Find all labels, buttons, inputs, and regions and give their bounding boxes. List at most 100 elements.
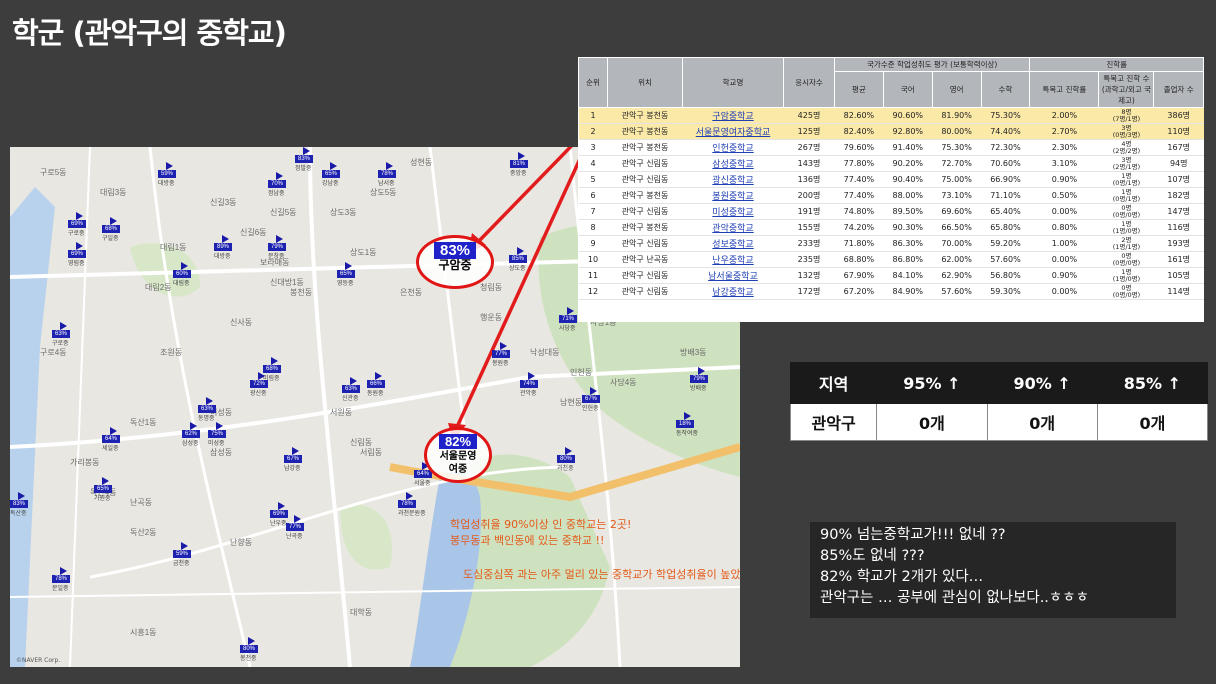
cell-avg: 82.60% xyxy=(834,107,884,124)
cell-examinees: 143명 xyxy=(783,155,835,172)
flag-icon xyxy=(375,372,382,380)
cell-school[interactable]: 인헌중학교 xyxy=(682,139,784,156)
pin-pct: 80% xyxy=(557,455,575,463)
school-pin[interactable]: 79% 방배중 xyxy=(690,367,712,392)
pin-school-name: 난곡중 xyxy=(286,534,303,540)
flag-icon xyxy=(206,397,213,405)
school-pin[interactable]: 69% 영림중 xyxy=(68,242,90,267)
map-place-label: 서원동 xyxy=(330,408,353,417)
pin-pct: 83% xyxy=(10,500,28,508)
school-pin[interactable]: 69% 구로중 xyxy=(68,212,90,237)
flag-icon xyxy=(528,372,535,380)
pin-school-name: 동원중 xyxy=(367,391,384,397)
school-pin[interactable]: 78% 과천문원중 xyxy=(398,492,426,517)
flag-icon xyxy=(303,147,310,155)
school-pin[interactable]: 63% 동명중 xyxy=(198,397,220,422)
cell-school[interactable]: 구암중학교 xyxy=(682,107,784,124)
pin-pct: 77% xyxy=(492,350,510,358)
school-pin[interactable]: 62% 삼성중 xyxy=(182,422,204,447)
school-pin[interactable]: 78% 문일중 xyxy=(52,567,74,592)
school-pin[interactable]: 72% 광신중 xyxy=(250,372,272,397)
cell-school[interactable]: 남강중학교 xyxy=(682,283,784,300)
school-pin[interactable]: 80% 봉천중 xyxy=(240,637,262,662)
school-pin[interactable]: 77% 난곡중 xyxy=(286,515,308,540)
cell-school[interactable]: 미성중학교 xyxy=(682,203,784,220)
school-pin[interactable]: 81% 중앙중 xyxy=(510,152,532,177)
school-pin[interactable]: 83% 정발중 xyxy=(295,147,317,172)
school-pin[interactable]: 59% 대방중 xyxy=(158,162,180,187)
cell-school[interactable]: 삼성중학교 xyxy=(682,155,784,172)
callout-guam[interactable]: 83% 구암중 xyxy=(416,235,494,289)
special-breakdown: (0명/1명) xyxy=(1112,178,1141,187)
cell-avg: 77.80% xyxy=(834,155,884,172)
school-pin[interactable]: 65% 가원중 xyxy=(94,477,116,502)
cell-examinees: 155명 xyxy=(783,219,835,236)
cell-school[interactable]: 남서울중학교 xyxy=(682,267,784,284)
map-place-label: 남현동 xyxy=(560,398,583,407)
pin-school-name: 봉천중 xyxy=(240,656,257,662)
school-pin[interactable]: 85% 상도중 xyxy=(509,247,531,272)
callout-pct: 83% xyxy=(433,242,477,259)
cell-english: 62.00% xyxy=(932,251,982,268)
special-breakdown: (2명/2명) xyxy=(1112,146,1141,155)
pin-pct: 63% xyxy=(342,385,360,393)
school-pin[interactable]: 70% 정남중 xyxy=(268,172,290,197)
school-pin[interactable]: 63% 구로중 xyxy=(52,322,74,347)
school-pin[interactable]: 66% 동원중 xyxy=(367,372,389,397)
flag-icon xyxy=(518,152,525,160)
pin-pct: 64% xyxy=(102,435,120,443)
cell-school[interactable]: 봉원중학교 xyxy=(682,187,784,204)
school-pin[interactable]: 74% 관악중 xyxy=(520,372,542,397)
school-pin[interactable]: 59% 금천중 xyxy=(173,542,195,567)
pin-school-name: 영등중 xyxy=(337,281,354,287)
map-place-label: 청림동 xyxy=(480,283,503,292)
school-pin[interactable]: 63% 신관중 xyxy=(342,377,364,402)
school-pin[interactable]: 67% 남강중 xyxy=(284,447,306,472)
pin-pct: 67% xyxy=(582,395,600,403)
school-pin[interactable]: 77% 봉원중 xyxy=(492,342,514,367)
pin-school-name: 구일중 xyxy=(102,236,119,242)
school-pin[interactable]: 75% 미성중 xyxy=(208,422,230,447)
col-special-detail: 특목고 진학 수 (과학고/외고 국제고) xyxy=(1098,71,1155,108)
school-pin[interactable]: 79% 문창중 xyxy=(268,235,290,260)
school-pin[interactable]: 68% 구일중 xyxy=(102,217,124,242)
school-pin[interactable]: 65% 강남중 xyxy=(322,162,344,187)
cell-grads: 94명 xyxy=(1153,155,1204,172)
pin-school-name: 서울중 xyxy=(414,481,431,487)
cell-examinees: 235명 xyxy=(783,251,835,268)
cell-math: 57.60% xyxy=(981,251,1030,268)
cell-english: 75.00% xyxy=(932,171,982,188)
cell-location: 관악구 봉천동 xyxy=(607,123,683,140)
school-pin[interactable]: 89% 대방중 xyxy=(214,235,236,260)
school-pin[interactable]: 67% 인헌중 xyxy=(582,387,604,412)
flag-icon xyxy=(330,162,337,170)
cell-school[interactable]: 광신중학교 xyxy=(682,171,784,188)
col-korean: 국어 xyxy=(882,71,933,108)
special-breakdown: (0명/0명) xyxy=(1112,258,1141,267)
cell-english: 75.30% xyxy=(932,139,982,156)
school-pin[interactable]: 18% 동작여중 xyxy=(676,412,698,437)
cell-school[interactable]: 관악중학교 xyxy=(682,219,784,236)
cell-location: 관악구 신림동 xyxy=(607,267,683,284)
school-pin[interactable]: 64% 세일중 xyxy=(102,427,124,452)
cell-math: 56.80% xyxy=(981,267,1030,284)
pin-pct: 71% xyxy=(559,315,577,323)
cell-special-detail: 1명 (1명/0명) xyxy=(1098,219,1154,236)
cell-school[interactable]: 서울문영여자중학교 xyxy=(682,123,784,140)
school-pin[interactable]: 78% 남서중 xyxy=(378,162,400,187)
pin-pct: 79% xyxy=(268,243,286,251)
cell-special-detail: 3명 (2명/1명) xyxy=(1098,155,1154,172)
cell-avg: 77.40% xyxy=(834,187,884,204)
school-pin[interactable]: 83% 독산중 xyxy=(10,492,32,517)
pin-school-name: 봉원중 xyxy=(492,361,509,367)
cell-avg: 74.20% xyxy=(834,219,884,236)
callout-munyeong[interactable]: 82% 서울문영여중 xyxy=(424,427,492,483)
school-pin[interactable]: 80% 과천중 xyxy=(557,447,579,472)
cell-school[interactable]: 성보중학교 xyxy=(682,235,784,252)
cell-school[interactable]: 난우중학교 xyxy=(682,251,784,268)
school-pin[interactable]: 60% 대림중 xyxy=(173,262,195,287)
pin-school-name: 과천문원중 xyxy=(398,511,426,517)
cell-english: 81.90% xyxy=(932,107,982,124)
cell-special: 2.30% xyxy=(1029,139,1099,156)
school-pin[interactable]: 65% 영등중 xyxy=(337,262,359,287)
